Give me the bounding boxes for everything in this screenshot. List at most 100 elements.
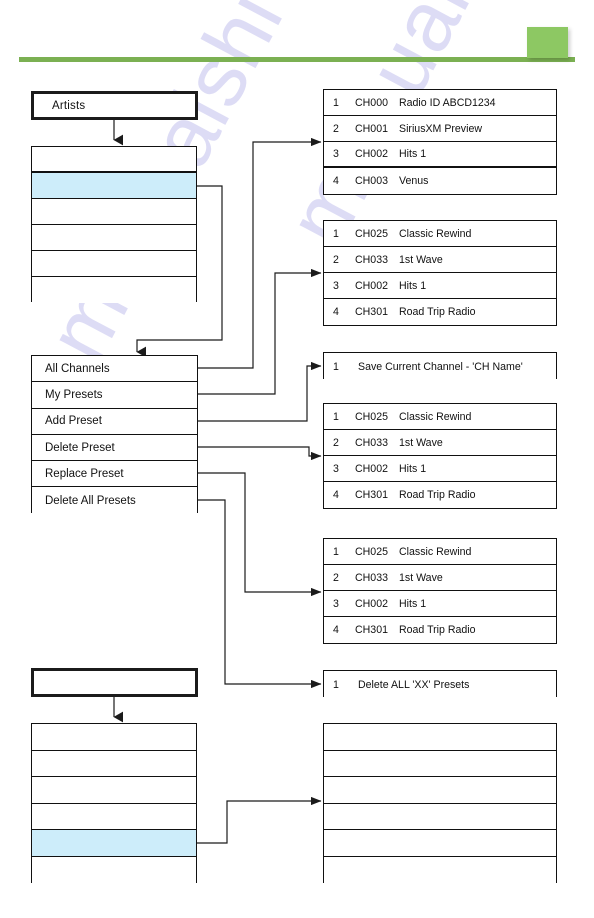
table-row[interactable]: [324, 724, 556, 751]
row-channel-number: CH003: [355, 175, 388, 187]
row-label: Save Current Channel - 'CH Name': [358, 360, 523, 373]
row-index: 2: [333, 571, 339, 584]
bottom-right-blank-table[interactable]: [323, 723, 557, 884]
row-index: 2: [333, 253, 339, 266]
row-index: 1: [333, 227, 339, 240]
all-channels-table[interactable]: 1 CH000 Radio ID ABCD1234 2 CH001 SiriusXM Pr…: [323, 89, 557, 195]
row-channel-name: Classic Rewind: [399, 545, 472, 558]
row-channel-number: CH033: [355, 436, 388, 449]
row-channel-number: CH301: [355, 489, 388, 501]
upper-left-menu-item-row[interactable]: [32, 277, 196, 303]
table-row[interactable]: 4 CH301 Road Trip Radio: [324, 299, 556, 325]
lower-left-menu-item-row[interactable]: [32, 856, 196, 884]
row-index: 1: [333, 360, 339, 373]
table-row[interactable]: 2 CH033 1st Wave: [324, 565, 556, 591]
add-preset-result-row[interactable]: 1 Save Current Channel - 'CH Name': [323, 352, 557, 380]
artists-title-label: Artists: [52, 99, 86, 112]
presets-menu-item-label: Replace Preset: [45, 467, 124, 480]
row-channel-name: Classic Rewind: [399, 227, 472, 240]
table-row[interactable]: 4 CH301 Road Trip Radio: [324, 617, 556, 643]
table-row[interactable]: 1 Save Current Channel - 'CH Name': [324, 353, 556, 380]
lower-left-menu-item-row[interactable]: [32, 724, 196, 751]
table-row[interactable]: 3 CH002 Hits 1: [324, 591, 556, 617]
table-row[interactable]: [324, 777, 556, 804]
upper-left-menu-item-row[interactable]: [32, 147, 196, 173]
presets-menu-item-label: My Presets: [45, 388, 103, 401]
table-row[interactable]: 3 CH002 Hits 1: [324, 273, 556, 299]
row-channel-name: Road Trip Radio: [399, 624, 476, 636]
page-header: [0, 0, 594, 80]
lower-left-menu-item-row[interactable]: [32, 830, 196, 857]
presets-menu-item-row[interactable]: Delete All Presets: [32, 487, 197, 514]
row-channel-name: 1st Wave: [399, 571, 443, 584]
presets-menu-item-row[interactable]: Add Preset: [32, 408, 197, 435]
table-row[interactable]: [324, 856, 556, 884]
row-channel-number: CH033: [355, 571, 388, 584]
upper-left-menu[interactable]: [31, 146, 197, 303]
lower-left-menu[interactable]: [31, 723, 197, 884]
row-index: 3: [333, 597, 339, 610]
row-index: 4: [333, 489, 339, 501]
table-row[interactable]: 1 CH025 Classic Rewind: [324, 221, 556, 247]
presets-menu-item-label: Delete All Presets: [45, 494, 136, 507]
table-row[interactable]: 4 CH003 Venus: [324, 168, 556, 194]
upper-left-menu-item-row[interactable]: [32, 225, 196, 251]
table-row[interactable]: [324, 803, 556, 831]
presets-menu-item-row[interactable]: Replace Preset: [32, 461, 197, 488]
row-channel-name: 1st Wave: [399, 436, 443, 449]
header-accent-rule: [19, 57, 575, 62]
presets-menu-item-label: All Channels: [45, 362, 110, 375]
delete-preset-table[interactable]: 1 CH025 Classic Rewind 2 CH033 1st Wave 3 CH002…: [323, 403, 557, 509]
lower-left-menu-item-row[interactable]: [32, 750, 196, 778]
upper-left-menu-item-row[interactable]: [32, 251, 196, 277]
row-index: 2: [333, 122, 339, 135]
row-channel-number: CH002: [355, 148, 388, 160]
row-channel-name: Hits 1: [399, 597, 427, 610]
presets-menu-item-row[interactable]: All Channels: [32, 356, 197, 383]
row-channel-name: Road Trip Radio: [399, 306, 476, 318]
row-channel-name: Venus: [399, 175, 429, 187]
row-channel-number: CH025: [355, 410, 388, 423]
row-channel-number: CH301: [355, 624, 388, 636]
table-row[interactable]: 2 CH033 1st Wave: [324, 430, 556, 456]
row-channel-number: CH025: [355, 227, 388, 240]
row-channel-number: CH301: [355, 306, 388, 318]
my-presets-table[interactable]: 1 CH025 Classic Rewind 2 CH033 1st Wave 3 CH002…: [323, 220, 557, 326]
row-index: 4: [333, 175, 339, 187]
lower-left-menu-item-row[interactable]: [32, 803, 196, 831]
presets-menu-item-row[interactable]: Delete Preset: [32, 434, 197, 462]
lower-left-menu-item-row[interactable]: [32, 777, 196, 804]
header-accent-chip: [527, 27, 568, 58]
row-index: 3: [333, 279, 339, 292]
table-row[interactable]: 3 CH002 Hits 1: [324, 456, 556, 482]
table-row[interactable]: 2 CH033 1st Wave: [324, 247, 556, 273]
table-row[interactable]: [324, 750, 556, 778]
row-label: Delete ALL 'XX' Presets: [358, 678, 470, 691]
table-row[interactable]: 4 CH301 Road Trip Radio: [324, 482, 556, 508]
table-row[interactable]: 3 CH002 Hits 1: [324, 142, 556, 168]
presets-menu-item-label: Delete Preset: [45, 441, 115, 454]
replace-preset-table[interactable]: 1 CH025 Classic Rewind 2 CH033 1st Wave 3 CH002…: [323, 538, 557, 644]
table-row[interactable]: 2 CH001 SiriusXM Preview: [324, 116, 556, 142]
row-channel-number: CH001: [355, 122, 388, 135]
table-row[interactable]: 1 Delete ALL 'XX' Presets: [324, 671, 556, 698]
row-index: 3: [333, 148, 339, 160]
table-row[interactable]: 1 CH000 Radio ID ABCD1234: [324, 90, 556, 116]
row-channel-name: Hits 1: [399, 462, 427, 475]
bottom-title-box[interactable]: [31, 668, 198, 697]
row-channel-number: CH000: [355, 96, 388, 109]
row-channel-number: CH025: [355, 545, 388, 558]
row-channel-number: CH002: [355, 462, 388, 475]
row-channel-number: CH033: [355, 253, 388, 266]
table-row[interactable]: 1 CH025 Classic Rewind: [324, 539, 556, 565]
presets-menu[interactable]: All Channels My Presets Add Preset Delete P…: [31, 355, 198, 514]
upper-left-menu-item-row[interactable]: [32, 173, 196, 199]
upper-left-menu-item-row[interactable]: [32, 199, 196, 225]
row-index: 1: [333, 96, 339, 109]
row-channel-name: Hits 1: [399, 148, 427, 160]
artists-title-box[interactable]: Artists: [31, 91, 198, 120]
table-row[interactable]: [324, 830, 556, 857]
table-row[interactable]: 1 CH025 Classic Rewind: [324, 404, 556, 430]
delete-all-presets-result-row[interactable]: 1 Delete ALL 'XX' Presets: [323, 670, 557, 698]
presets-menu-item-row[interactable]: My Presets: [32, 382, 197, 409]
